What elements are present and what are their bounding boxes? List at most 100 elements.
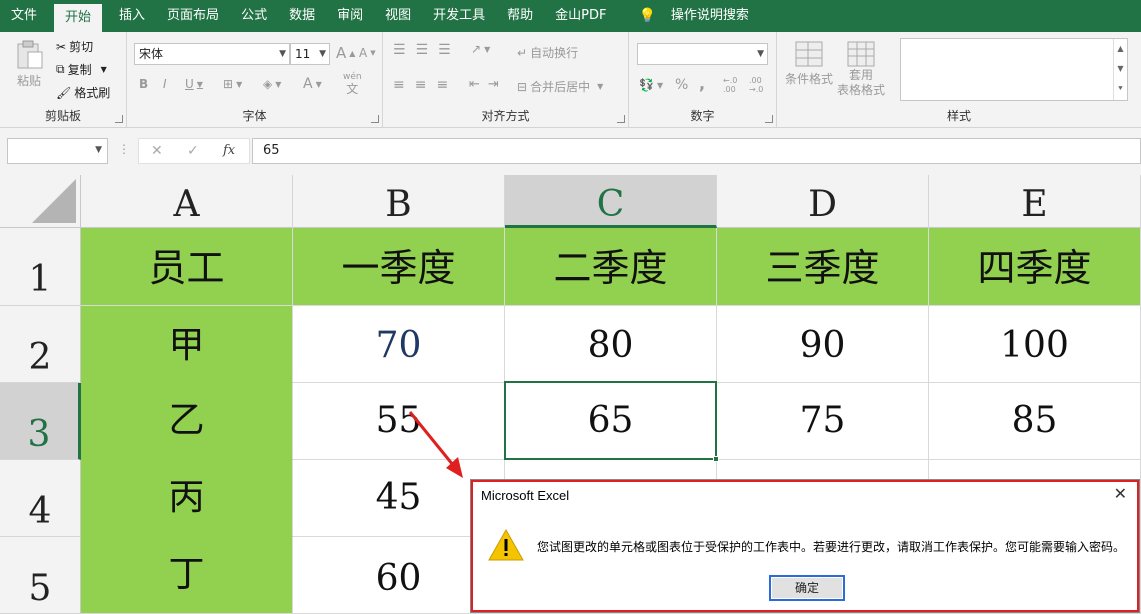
fill-color-button[interactable]: ◈ ▼: [263, 77, 281, 91]
font-name-combo[interactable]: 宋体 ▼: [134, 43, 290, 65]
column-header-a[interactable]: A: [81, 175, 293, 228]
align-left-icon[interactable]: ≡: [393, 77, 405, 93]
italic-button[interactable]: I: [163, 77, 167, 91]
shrink-font-button[interactable]: A ▼: [359, 46, 376, 60]
formula-input[interactable]: 65: [252, 138, 1141, 164]
border-button[interactable]: ⊞ ▼: [223, 77, 242, 91]
wrap-text-button[interactable]: ↵ 自动换行: [517, 44, 578, 61]
font-size-combo[interactable]: 11 ▼: [290, 43, 330, 65]
column-header-c[interactable]: C: [505, 175, 717, 228]
number-group-label: 数字: [690, 109, 715, 123]
cell-d3[interactable]: 75: [717, 383, 929, 460]
cell-c2[interactable]: 80: [505, 306, 717, 383]
paste-button[interactable]: 粘贴: [14, 40, 44, 89]
formula-buttons: ✕ ✓ fx: [138, 138, 250, 164]
grow-font-button[interactable]: A ▲: [336, 44, 355, 62]
cell-a2[interactable]: 甲: [81, 306, 293, 383]
enter-icon[interactable]: ✓: [187, 143, 199, 159]
menu-formulas[interactable]: 公式: [230, 0, 278, 32]
formula-bar: ▼ ⋮ ✕ ✓ fx 65: [0, 128, 1141, 175]
more-options-icon[interactable]: ⋮: [118, 142, 130, 156]
align-middle-icon[interactable]: ☰: [416, 42, 429, 58]
tell-me-search[interactable]: 操作说明搜索: [671, 0, 760, 32]
cell-e1[interactable]: 四季度: [929, 228, 1141, 306]
bold-button[interactable]: B: [139, 77, 148, 91]
orientation-button[interactable]: ↗ ▼: [471, 42, 490, 56]
percent-button[interactable]: %: [675, 77, 688, 93]
copy-button[interactable]: ⧉ 复制 ▼: [56, 61, 107, 78]
column-header-e[interactable]: E: [929, 175, 1141, 228]
increase-decimal-button[interactable]: ←.0 .00: [723, 76, 737, 94]
dialog-launcher-icon[interactable]: [115, 115, 123, 123]
row-header-1[interactable]: 1: [0, 228, 81, 306]
column-header-d[interactable]: D: [717, 175, 929, 228]
chevron-down-icon[interactable]: ▼: [101, 65, 107, 74]
menu-page-layout[interactable]: 页面布局: [156, 0, 230, 32]
menu-review[interactable]: 审阅: [326, 0, 374, 32]
phonetic-button[interactable]: wén 文: [343, 72, 362, 96]
cell-e3[interactable]: 85: [929, 383, 1141, 460]
ok-button[interactable]: 确定: [769, 575, 845, 601]
align-top-icon[interactable]: ☰: [393, 42, 406, 58]
format-as-table-button[interactable]: 套用 表格格式: [837, 40, 885, 98]
comma-button[interactable]: ,: [699, 74, 705, 93]
cell-e2[interactable]: 100: [929, 306, 1141, 383]
menu-developer[interactable]: 开发工具: [422, 0, 496, 32]
gallery-scroll[interactable]: ▲ ▼ ⯆: [1113, 39, 1127, 100]
align-right-icon[interactable]: ≡: [436, 77, 448, 93]
cell-styles-gallery[interactable]: ▲ ▼ ⯆: [900, 38, 1128, 101]
cancel-icon[interactable]: ✕: [151, 143, 163, 159]
row-header-4[interactable]: 4: [0, 460, 81, 537]
horizontal-align-buttons[interactable]: ≡ ≡ ≡: [393, 77, 448, 93]
cell-b2[interactable]: 70: [293, 306, 505, 383]
menu-insert[interactable]: 插入: [108, 0, 156, 32]
chevron-down-icon: ▼: [279, 49, 286, 59]
cell-a3[interactable]: 乙: [81, 383, 293, 460]
menu-view[interactable]: 视图: [374, 0, 422, 32]
select-all-button[interactable]: [0, 175, 81, 228]
cell-d2[interactable]: 90: [717, 306, 929, 383]
dialog-launcher-icon[interactable]: [371, 115, 379, 123]
decrease-decimal-button[interactable]: .00 →.0: [749, 76, 763, 94]
menu-home[interactable]: 开始: [54, 4, 103, 32]
menu-data[interactable]: 数据: [278, 0, 326, 32]
cell-b3[interactable]: 55: [293, 383, 505, 460]
number-format-combo[interactable]: ▼: [637, 43, 768, 65]
styles-group-label: 样式: [946, 109, 971, 123]
increase-indent-icon[interactable]: ⇥: [488, 77, 499, 92]
name-box[interactable]: ▼: [7, 138, 108, 164]
cell-a5[interactable]: 丁: [81, 537, 293, 614]
decrease-indent-icon[interactable]: ⇤: [469, 77, 480, 92]
cell-a4[interactable]: 丙: [81, 460, 293, 537]
menu-file[interactable]: 文件: [0, 0, 48, 32]
insert-function-icon[interactable]: fx: [223, 143, 235, 158]
conditional-formatting-button[interactable]: 条件格式: [785, 40, 833, 87]
row-header-2[interactable]: 2: [0, 306, 81, 383]
dialog-close-icon[interactable]: ✕: [1114, 484, 1127, 503]
menu-help[interactable]: 帮助: [496, 0, 544, 32]
table-format-icon: [847, 41, 875, 67]
format-painter-button[interactable]: 🖌 格式刷: [56, 84, 110, 101]
underline-button[interactable]: U ▼: [185, 77, 203, 91]
align-bottom-icon[interactable]: ☰: [438, 42, 451, 58]
vertical-align-buttons[interactable]: ☰ ☰ ☰: [393, 42, 451, 58]
indent-buttons[interactable]: ⇤ ⇥: [469, 77, 499, 92]
dialog-launcher-icon[interactable]: [617, 115, 625, 123]
font-color-button[interactable]: A ▼: [303, 76, 322, 92]
align-center-icon[interactable]: ≡: [415, 77, 427, 93]
chevron-down-icon: ▼: [757, 49, 764, 59]
cell-c1[interactable]: 二季度: [505, 228, 717, 306]
row-header-5[interactable]: 5: [0, 537, 81, 614]
merge-center-button[interactable]: ⊟ 合并后居中 ▼: [517, 78, 603, 95]
accounting-format-button[interactable]: 💱 ▼: [639, 78, 663, 92]
row-header-3[interactable]: 3: [0, 383, 81, 460]
menu-kingsoft-pdf[interactable]: 金山PDF: [544, 0, 617, 32]
cell-b1[interactable]: 一季度: [293, 228, 505, 306]
fill-handle[interactable]: [713, 456, 719, 462]
cell-d1[interactable]: 三季度: [717, 228, 929, 306]
cell-a1[interactable]: 员工: [81, 228, 293, 306]
cut-button[interactable]: ✂ 剪切: [56, 38, 93, 55]
dialog-launcher-icon[interactable]: [765, 115, 773, 123]
column-header-b[interactable]: B: [293, 175, 505, 228]
select-all-triangle-icon: [32, 179, 76, 223]
